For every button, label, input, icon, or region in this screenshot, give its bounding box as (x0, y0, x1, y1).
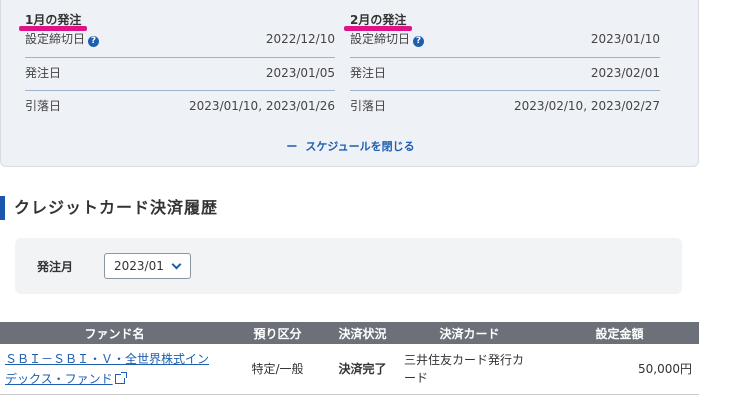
fund-name-cell: ＳＢＩ－ＳＢＩ・Ｖ・全世界株式イン デックス・ファンド (0, 344, 229, 395)
payment-status-cell: 決済完了 (326, 344, 399, 395)
external-link-icon (114, 371, 127, 384)
help-icon[interactable]: ? (413, 36, 425, 47)
debit-date-value: 2023/02/10, 2023/02/27 (514, 99, 660, 113)
close-schedule-link[interactable]: ースケジュールを閉じる (1, 138, 700, 154)
account-type-cell: 特定/一般 (229, 344, 326, 395)
debit-date-label: 引落日 (350, 99, 387, 113)
deadline-value: 2022/12/10 (265, 32, 335, 46)
help-icon[interactable]: ? (88, 36, 100, 47)
deadline-row: 設定締切日? 2023/01/10 (350, 26, 660, 58)
order-date-label: 発注日 (25, 66, 62, 80)
section-title: クレジットカード決済履歴 (0, 196, 218, 220)
schedule-month-february: 2月の発注 設定締切日? 2023/01/10 発注日 2023/02/01 引… (344, 12, 660, 124)
deadline-label: 設定締切日 (350, 32, 411, 46)
order-schedule-panel: 1月の発注 設定締切日? 2022/12/10 発注日 2023/01/05 引… (0, 0, 699, 167)
close-schedule-label: スケジュールを閉じる (305, 140, 415, 153)
order-date-label: 発注日 (350, 66, 387, 80)
order-month-label: 発注月 (37, 260, 74, 274)
minus-icon: ー (286, 140, 298, 153)
deadline-row: 設定締切日? 2022/12/10 (25, 26, 335, 58)
debit-date-row: 引落日 2023/01/10, 2023/01/26 (25, 91, 335, 124)
order-month-value: 2023/01 (114, 259, 164, 273)
debit-date-row: 引落日 2023/02/10, 2023/02/27 (350, 91, 660, 124)
table-row: ＳＢＩ－ＳＢＩ・Ｖ・全世界株式イン デックス・ファンド 特定/一般 決済完了 三… (0, 344, 699, 395)
payment-history-table: ファンド名 預り区分 決済状況 決済カード 設定金額 ＳＢＩ－ＳＢＩ・Ｖ・全世界… (0, 322, 699, 395)
chevron-down-icon (171, 259, 182, 270)
order-date-value: 2023/01/05 (265, 66, 335, 80)
header-payment-card: 決済カード (399, 322, 540, 344)
header-amount: 設定金額 (540, 322, 699, 344)
filter-bar: 発注月 2023/01 (15, 238, 682, 294)
amount-cell: 50,000円 (540, 344, 699, 395)
deadline-value: 2023/01/10 (590, 32, 660, 46)
debit-date-label: 引落日 (25, 99, 62, 113)
header-fund-name: ファンド名 (0, 322, 229, 344)
schedule-month-january: 1月の発注 設定締切日? 2022/12/10 発注日 2023/01/05 引… (19, 12, 335, 124)
payment-card-cell: 三井住友カード発行カ ード (399, 344, 540, 395)
header-account-type: 預り区分 (229, 322, 326, 344)
debit-date-value: 2023/01/10, 2023/01/26 (189, 99, 335, 113)
fund-name-link[interactable]: ＳＢＩ－ＳＢＩ・Ｖ・全世界株式イン デックス・ファンド (0, 349, 229, 389)
order-date-value: 2023/02/01 (590, 66, 660, 80)
deadline-label: 設定締切日 (25, 32, 86, 46)
order-month-select[interactable]: 2023/01 (104, 253, 191, 279)
table-header-row: ファンド名 預り区分 決済状況 決済カード 設定金額 (0, 322, 699, 344)
order-date-row: 発注日 2023/01/05 (25, 58, 335, 91)
header-payment-status: 決済状況 (326, 322, 399, 344)
order-date-row: 発注日 2023/02/01 (350, 58, 660, 91)
